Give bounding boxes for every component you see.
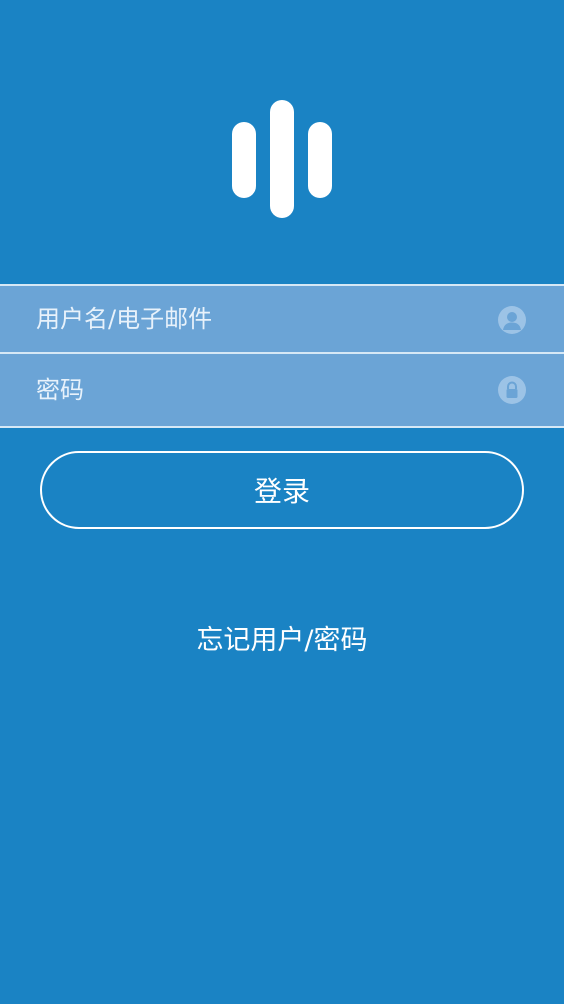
logo-bar-center bbox=[270, 100, 294, 218]
login-screen: 登录 忘记用户/密码 bbox=[0, 0, 564, 1004]
password-row bbox=[0, 354, 564, 428]
password-input[interactable] bbox=[36, 354, 476, 426]
logo-bar-right bbox=[308, 122, 332, 198]
user-icon bbox=[498, 306, 526, 334]
logo-bar-left bbox=[232, 122, 256, 198]
username-row bbox=[0, 284, 564, 354]
app-logo bbox=[232, 100, 332, 220]
lock-icon bbox=[498, 376, 526, 404]
username-input[interactable] bbox=[36, 286, 476, 352]
forgot-password-link[interactable]: 忘记用户/密码 bbox=[0, 618, 564, 657]
login-button[interactable]: 登录 bbox=[40, 451, 524, 529]
